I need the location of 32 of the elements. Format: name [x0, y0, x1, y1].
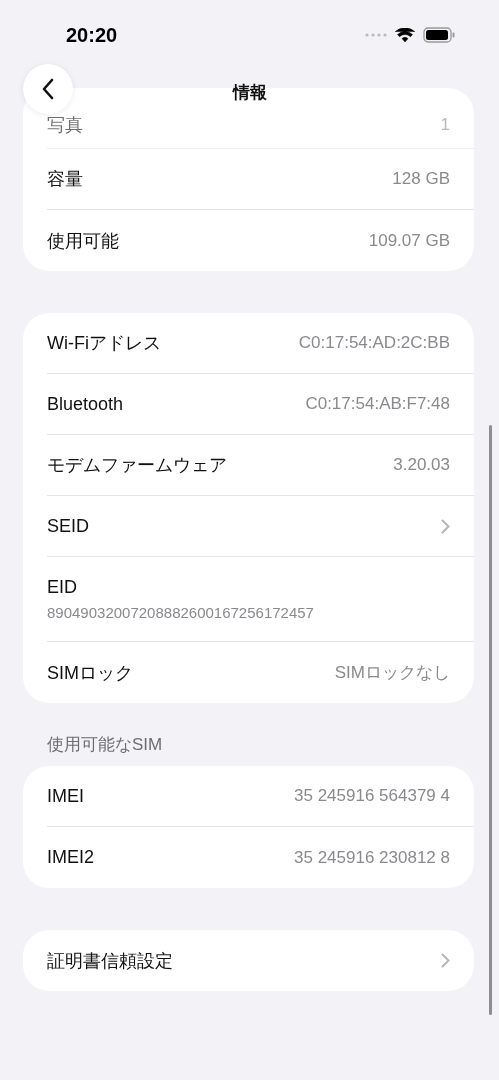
row-label: Bluetooth [47, 393, 124, 415]
row-label[interactable]: 証明書信頼設定 [47, 948, 173, 973]
chevron-icon [441, 953, 450, 968]
back-icon [41, 78, 55, 100]
wifi-icon [395, 27, 415, 43]
section-header: 使用可能なSIM [47, 734, 164, 756]
row-value: 109.07 GB [368, 230, 450, 251]
page-title: 情報 [232, 81, 267, 104]
row-value: 35 245916 230812 8 [294, 847, 450, 868]
row-label[interactable]: SEID [47, 515, 89, 537]
battery-icon [423, 27, 455, 43]
row-label: 使用可能 [47, 229, 119, 253]
row-label: 容量 [47, 168, 83, 191]
row-label: SIMロック [47, 661, 133, 685]
signal-icon [365, 33, 387, 37]
row-value: 1 [440, 115, 450, 135]
row-label: Wi-Fiアドレス [47, 332, 161, 355]
row-value: 3.20.03 [393, 455, 450, 475]
row-label: 写真 [47, 114, 83, 137]
row-value: 128 GB [392, 169, 450, 189]
row-label: モデムファームウェア [47, 454, 227, 477]
row-label: IMEI [47, 785, 84, 807]
row-value: SIMロックなし [334, 662, 450, 684]
row-label: EID [47, 577, 78, 598]
row-value: C0:17:54:AD:2C:BB [298, 333, 450, 353]
chevron-icon [441, 518, 450, 534]
row-value: 35 245916 564379 4 [294, 786, 450, 806]
row-label: IMEI2 [47, 847, 94, 868]
back-button[interactable] [23, 64, 73, 114]
row-value: 89049032007208882600167256172457 [47, 604, 314, 621]
row-value: C0:17:54:AB:F7:48 [305, 394, 450, 414]
status-time: 20:20 [66, 23, 118, 47]
